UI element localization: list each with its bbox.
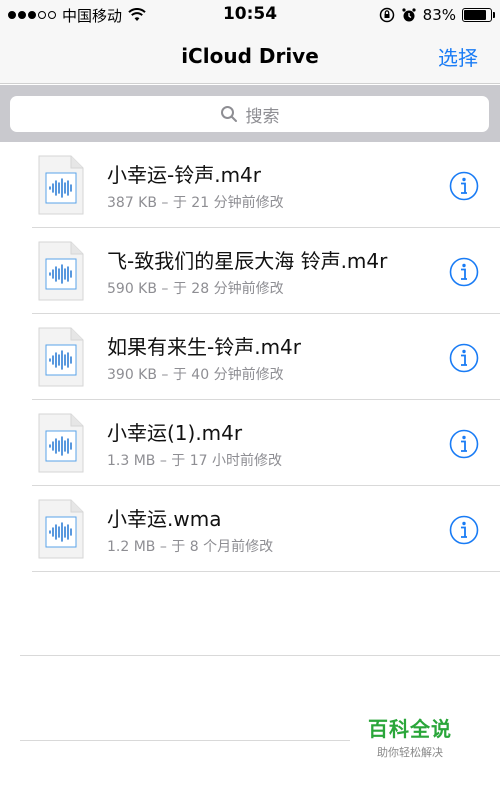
search-icon <box>220 106 237 122</box>
file-meta: 390 KB – 于 40 分钟前修改 <box>107 367 284 383</box>
divider <box>20 655 500 656</box>
file-name: 飞-致我们的星辰大海 铃声.m4r <box>107 249 388 273</box>
audio-file-icon <box>38 155 84 215</box>
file-meta: 590 KB – 于 28 分钟前修改 <box>107 281 284 297</box>
search-input[interactable]: 搜索 <box>10 96 489 132</box>
select-button[interactable]: 选择 <box>438 42 478 71</box>
audio-file-icon <box>38 241 84 301</box>
file-meta: 387 KB – 于 21 分钟前修改 <box>107 195 284 211</box>
page-title: iCloud Drive <box>181 44 319 68</box>
audio-file-icon <box>38 413 84 473</box>
status-right: 83% <box>379 5 495 25</box>
watermark: 百科全说 助你轻松解决 <box>352 713 468 760</box>
file-name: 小幸运.wma <box>107 507 222 531</box>
battery-icon <box>462 8 495 22</box>
search-area: 搜索 <box>0 85 500 142</box>
file-row[interactable]: 飞-致我们的星辰大海 铃声.m4r 590 KB – 于 28 分钟前修改 <box>0 228 500 314</box>
info-icon[interactable] <box>449 257 479 287</box>
info-icon[interactable] <box>449 171 479 201</box>
file-meta: 1.2 MB – 于 8 个月前修改 <box>107 539 274 555</box>
divider <box>20 740 350 741</box>
file-row[interactable]: 小幸运(1).m4r 1.3 MB – 于 17 小时前修改 <box>0 400 500 486</box>
watermark-title: 百科全说 <box>368 717 452 741</box>
file-row[interactable]: 如果有来生-铃声.m4r 390 KB – 于 40 分钟前修改 <box>0 314 500 400</box>
battery-percent: 83% <box>422 6 456 24</box>
file-name: 如果有来生-铃声.m4r <box>107 335 302 359</box>
audio-file-icon <box>38 327 84 387</box>
file-name: 小幸运-铃声.m4r <box>107 163 262 187</box>
file-list: 小幸运-铃声.m4r 387 KB – 于 21 分钟前修改飞-致我们的星辰大海 … <box>0 142 500 572</box>
navigation-bar: iCloud Drive 选择 <box>0 30 500 84</box>
search-placeholder: 搜索 <box>245 106 280 127</box>
info-icon[interactable] <box>449 515 479 545</box>
status-bar: 中国移动 10:54 83% <box>0 0 500 30</box>
file-name: 小幸运(1).m4r <box>107 421 243 445</box>
file-row[interactable]: 小幸运.wma 1.2 MB – 于 8 个月前修改 <box>0 486 500 572</box>
alarm-icon <box>402 8 416 22</box>
file-row[interactable]: 小幸运-铃声.m4r 387 KB – 于 21 分钟前修改 <box>0 142 500 228</box>
info-icon[interactable] <box>449 429 479 459</box>
audio-file-icon <box>38 499 84 559</box>
battery-tip <box>493 12 495 18</box>
battery-fill <box>464 10 486 20</box>
watermark-subtitle: 助你轻松解决 <box>377 746 443 759</box>
orientation-lock-icon <box>379 7 394 23</box>
file-meta: 1.3 MB – 于 17 小时前修改 <box>107 453 283 469</box>
info-icon[interactable] <box>449 343 479 373</box>
